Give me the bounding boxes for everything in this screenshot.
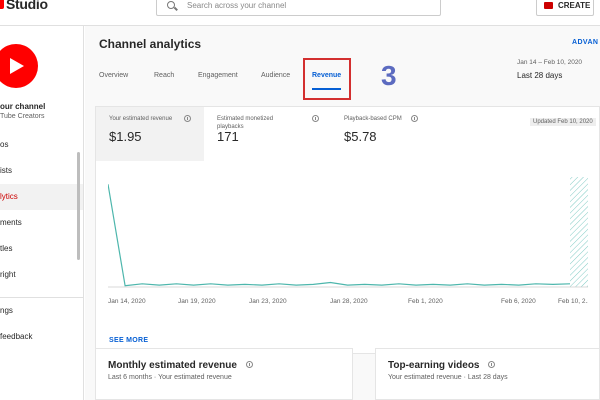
youtube-logo-icon: [0, 0, 4, 9]
info-icon[interactable]: [184, 115, 191, 122]
sidebar-item-label: feedback: [0, 332, 33, 341]
sidebar-scrollbar[interactable]: [77, 152, 80, 260]
card-subtitle: Your estimated revenue · Last 28 days: [388, 374, 508, 381]
metric-estimated-revenue[interactable]: Your estimated revenue $1.95: [96, 107, 204, 161]
metric-monetized-playbacks[interactable]: Estimated monetized playbacks 171: [204, 107, 332, 161]
sidebar-item-videos[interactable]: os: [0, 132, 83, 158]
sidebar: our channel Tube Creators os ists lytics…: [0, 26, 84, 400]
channel-subtitle: Tube Creators: [0, 113, 45, 120]
tab-overview[interactable]: Overview: [99, 72, 128, 79]
top-bar: Studio CREATE: [0, 0, 600, 26]
top-videos-card[interactable]: Top-earning videos Your estimated revenu…: [375, 348, 600, 400]
annotation-highlight-box: [303, 58, 351, 100]
sidebar-item-label: ngs: [0, 306, 13, 315]
revenue-series-line: [108, 184, 571, 287]
updated-badge: Updated Feb 10, 2020: [530, 118, 596, 126]
card-title-text: Monthly estimated revenue: [108, 360, 237, 371]
sidebar-item-copyright[interactable]: right: [0, 262, 83, 288]
info-icon[interactable]: [312, 115, 319, 122]
x-tick-label: Feb 10, 2...: [558, 298, 588, 305]
sidebar-item-label: tles: [0, 244, 13, 253]
search-icon: [167, 1, 175, 9]
main-content: Channel analytics ADVAN Overview Reach E…: [85, 26, 600, 400]
card-title-text: Top-earning videos: [388, 360, 480, 371]
channel-name: our channel: [0, 102, 46, 111]
x-tick-label: Feb 1, 2020: [408, 298, 443, 305]
create-button[interactable]: CREATE: [536, 0, 594, 16]
search-box[interactable]: [156, 0, 441, 16]
date-range[interactable]: Jan 14 – Feb 10, 2020: [517, 59, 582, 66]
revenue-chart-card: Your estimated revenue $1.95 Estimated m…: [95, 106, 600, 354]
partial-data-region: [570, 177, 588, 287]
x-tick-label: Jan 14, 2020: [108, 298, 146, 305]
channel-avatar[interactable]: [0, 44, 38, 88]
monthly-revenue-card[interactable]: Monthly estimated revenue Last 6 months …: [95, 348, 353, 400]
create-label: CREATE: [558, 1, 591, 10]
info-icon[interactable]: [488, 361, 496, 368]
sidebar-item-label: right: [0, 270, 16, 279]
video-camera-icon: [544, 2, 553, 9]
info-icon[interactable]: [411, 115, 418, 122]
x-axis-ticks: Jan 14, 2020 Jan 19, 2020 Jan 23, 2020 Jan …: [108, 298, 588, 305]
x-tick-label: Jan 19, 2020: [178, 298, 216, 305]
metric-label: Playback-based CPM: [344, 116, 402, 122]
card-subtitle: Last 6 months · Your estimated revenue: [108, 374, 232, 381]
advanced-mode-link[interactable]: ADVAN: [572, 39, 598, 46]
sidebar-item-label: ments: [0, 218, 22, 227]
revenue-line-chart[interactable]: Jan 14, 2020 Jan 19, 2020 Jan 23, 2020 Jan …: [108, 177, 588, 327]
tab-reach[interactable]: Reach: [154, 72, 174, 79]
sidebar-item-analytics[interactable]: lytics: [0, 184, 83, 210]
metric-value: 171: [217, 129, 239, 144]
sidebar-item-playlists[interactable]: ists: [0, 158, 83, 184]
card-title: Top-earning videos: [388, 360, 496, 371]
x-tick-label: Feb 6, 2020: [501, 298, 536, 305]
x-tick-label: Jan 28, 2020: [330, 298, 368, 305]
card-title: Monthly estimated revenue: [108, 360, 253, 371]
sidebar-item-label: lytics: [0, 192, 18, 201]
metric-label: Your estimated revenue: [109, 116, 173, 122]
studio-brand-text: Studio: [6, 0, 48, 12]
metric-value: $5.78: [344, 129, 377, 144]
x-tick-label: Jan 23, 2020: [249, 298, 287, 305]
sidebar-item-label: ists: [0, 166, 12, 175]
sidebar-item-label: os: [0, 140, 9, 149]
see-more-link[interactable]: SEE MORE: [109, 337, 148, 344]
annotation-step-number: 3: [381, 60, 397, 91]
info-icon[interactable]: [245, 361, 253, 368]
sidebar-item-send-feedback[interactable]: feedback: [0, 324, 83, 350]
sidebar-item-settings[interactable]: ngs: [0, 298, 83, 324]
search-input[interactable]: [187, 0, 427, 14]
date-range-label[interactable]: Last 28 days: [517, 71, 562, 80]
page-title: Channel analytics: [99, 37, 202, 51]
sidebar-item-comments[interactable]: ments: [0, 210, 83, 236]
metric-value: $1.95: [109, 129, 142, 144]
tab-engagement[interactable]: Engagement: [198, 72, 238, 79]
tab-audience[interactable]: Audience: [261, 72, 290, 79]
metric-playback-cpm[interactable]: Playback-based CPM $5.78: [332, 107, 462, 161]
sidebar-item-subtitles[interactable]: tles: [0, 236, 83, 262]
